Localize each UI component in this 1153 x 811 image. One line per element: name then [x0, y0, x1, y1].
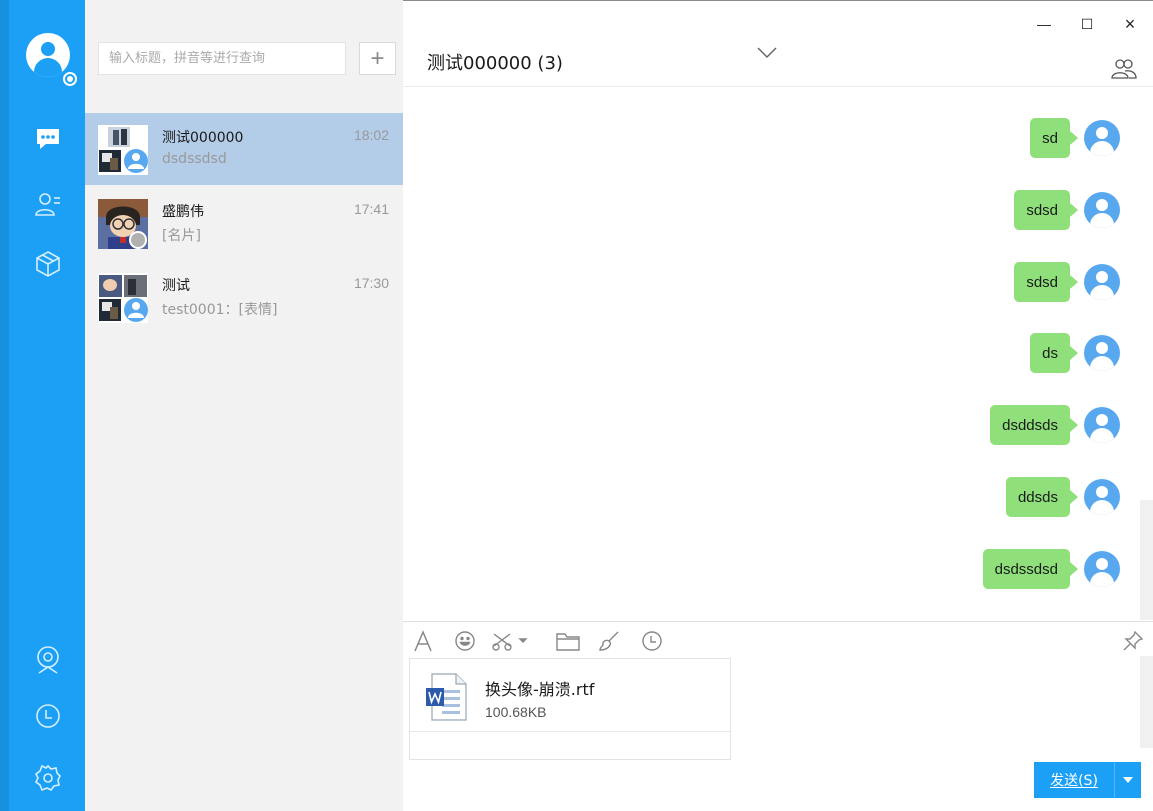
- input-scrollbar[interactable]: [1140, 656, 1153, 748]
- message-row: dsddsds: [990, 405, 1120, 445]
- contacts-nav-icon[interactable]: [30, 186, 66, 222]
- attachment-name: 换头像-崩溃.rtf: [485, 680, 595, 699]
- message-bubble[interactable]: ds: [1030, 333, 1078, 373]
- screenshot-scissors-icon[interactable]: [492, 628, 538, 654]
- online-status-icon[interactable]: [63, 72, 77, 86]
- header-divider: [403, 86, 1153, 87]
- message-bubble[interactable]: ddsds: [1005, 477, 1079, 517]
- maximize-button[interactable]: ☐: [1075, 14, 1099, 34]
- conversation-name: 测试: [162, 278, 190, 294]
- conversation-name: 盛鹏伟: [162, 204, 204, 220]
- attachment-card[interactable]: 换头像-崩溃.rtf 100.68KB: [409, 658, 731, 760]
- search-input[interactable]: [99, 43, 345, 74]
- send-label[interactable]: 发送(S): [1034, 770, 1114, 790]
- group-members-icon[interactable]: [1111, 58, 1137, 85]
- settings-gear-nav-icon[interactable]: [30, 760, 66, 796]
- search-box[interactable]: [98, 42, 346, 75]
- chevron-down-icon[interactable]: [756, 46, 778, 65]
- message-row: ds: [1030, 333, 1120, 373]
- chat-title[interactable]: 测试000000 (3): [427, 49, 563, 75]
- sender-avatar[interactable]: [1084, 120, 1120, 156]
- chat-nav-icon[interactable]: [30, 121, 66, 157]
- conversation-time: 18:02: [353, 127, 389, 143]
- conversation-name: 测试000000: [162, 130, 244, 146]
- message-row: dsdssdsd: [982, 549, 1120, 589]
- close-button[interactable]: ×: [1118, 14, 1142, 34]
- sender-avatar[interactable]: [1084, 192, 1120, 228]
- history-clock-nav-icon[interactable]: [30, 698, 66, 734]
- message-row: ddsds: [1005, 477, 1120, 517]
- folder-icon[interactable]: [555, 628, 581, 654]
- sender-avatar[interactable]: [1084, 551, 1120, 587]
- user-avatar[interactable]: [26, 33, 70, 77]
- emoji-icon[interactable]: [453, 628, 477, 654]
- conversation-preview: [名片]: [162, 228, 201, 244]
- message-bubble[interactable]: sd: [1030, 118, 1078, 158]
- message-row: sdsd: [1014, 190, 1120, 230]
- contact-avatar: [98, 199, 148, 249]
- sender-avatar[interactable]: [1084, 264, 1120, 300]
- webcam-nav-icon[interactable]: [30, 642, 66, 678]
- sender-avatar[interactable]: [1084, 335, 1120, 371]
- history-clock-icon[interactable]: [640, 628, 664, 654]
- group-avatar: [98, 273, 148, 323]
- conversation-item[interactable]: 测试 17:30 test0001：[表情]: [85, 261, 403, 333]
- conversation-preview: dsdssdsd: [162, 151, 227, 167]
- conversation-item[interactable]: 盛鹏伟 17:41 [名片]: [85, 187, 403, 259]
- brush-icon[interactable]: [597, 628, 621, 654]
- input-divider: [403, 621, 1153, 622]
- sender-avatar[interactable]: [1084, 407, 1120, 443]
- word-document-icon: [424, 672, 468, 727]
- message-row: sdsd: [1014, 262, 1120, 302]
- conversation-item[interactable]: 测试000000 18:02 dsdssdsd: [85, 113, 403, 185]
- sidebar-edge: [0, 0, 9, 811]
- apps-cube-nav-icon[interactable]: [30, 246, 66, 282]
- group-avatar: [98, 125, 148, 175]
- add-button[interactable]: +: [359, 42, 396, 75]
- message-bubble[interactable]: dsdssdsd: [982, 549, 1079, 589]
- font-icon[interactable]: [412, 628, 434, 654]
- pin-icon[interactable]: [1120, 628, 1146, 654]
- message-bubble[interactable]: dsddsds: [990, 405, 1078, 445]
- message-row: sd: [1030, 118, 1120, 158]
- attachment-size: 100.68KB: [485, 704, 547, 720]
- sidebar: [0, 0, 85, 811]
- conversation-time: 17:30: [353, 275, 389, 291]
- conversation-preview: test0001：[表情]: [162, 302, 278, 318]
- message-bubble[interactable]: sdsd: [1014, 262, 1078, 302]
- conversation-time: 17:41: [353, 201, 389, 217]
- minimize-button[interactable]: —: [1032, 14, 1056, 34]
- message-scrollbar[interactable]: [1140, 500, 1153, 620]
- message-bubble[interactable]: sdsd: [1014, 190, 1078, 230]
- send-options-dropdown[interactable]: [1115, 777, 1141, 783]
- send-button[interactable]: 发送(S): [1034, 762, 1141, 798]
- sender-avatar[interactable]: [1084, 479, 1120, 515]
- caret-down-icon: [1123, 777, 1133, 783]
